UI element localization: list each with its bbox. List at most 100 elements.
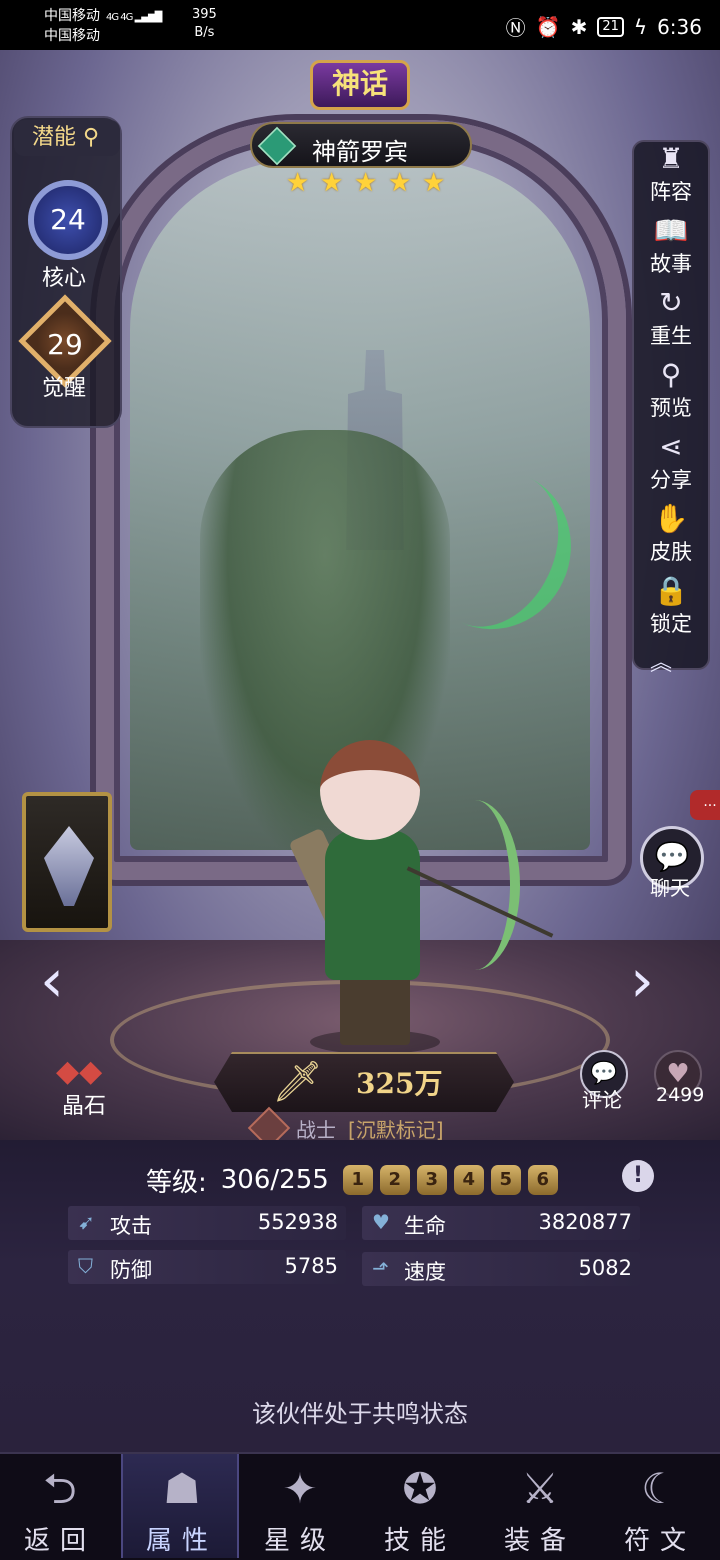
side-menu-label: 皮肤	[650, 540, 692, 564]
hero-name-plate: 神箭罗宾	[250, 122, 472, 168]
lock-icon: 🔒	[653, 574, 689, 607]
side-menu-label: 预览	[650, 396, 692, 420]
awaken-value: 29	[47, 328, 83, 361]
nav-tab-label: 星级	[263, 1526, 336, 1556]
tier-badge[interactable]: 5	[490, 1165, 521, 1195]
stat-value: 5082	[578, 1256, 632, 1280]
side-menu-label: 分享	[650, 468, 692, 492]
tier-badge[interactable]: 6	[527, 1165, 558, 1195]
side-menu-item[interactable]: 🔒 锁定	[636, 574, 706, 638]
nfc-icon: Ⓝ	[505, 16, 526, 40]
star-icon: ★	[320, 168, 344, 198]
side-menu-item[interactable]: ✋ 皮肤	[636, 502, 706, 566]
nav-tab-label: 技能	[383, 1526, 456, 1556]
star-icon: ★	[286, 168, 310, 198]
awaken-label: 觉醒	[42, 376, 87, 401]
nav-tab[interactable]: ✪ 技能	[361, 1454, 479, 1558]
faction-gem-icon	[257, 126, 297, 166]
crystal-gems-icon: ◆◆	[56, 1054, 103, 1089]
shield-icon: ⛉	[78, 1254, 93, 1278]
side-menu-item[interactable]: ↻ 重生	[636, 286, 706, 350]
side-menu-item[interactable]: ⚲ 预览	[636, 358, 706, 422]
carrier-labels: 中国移动 中国移动	[44, 6, 100, 46]
speed-unit: B/s	[194, 25, 215, 40]
side-menu-label: 阵容	[650, 180, 692, 204]
previous-hero-arrow-icon[interactable]: ‹	[40, 946, 64, 1016]
hero-model[interactable]	[250, 740, 554, 1060]
speed-value: 395	[192, 7, 217, 22]
exclusive-weapon-card[interactable]	[22, 792, 112, 932]
share-icon: ⋖	[659, 430, 683, 463]
review-label: 评论	[582, 1088, 622, 1112]
attack-icon: ➹	[78, 1210, 95, 1234]
nav-tab[interactable]: ⚔ 装备	[481, 1454, 599, 1558]
search-icon: ⚲	[83, 125, 100, 150]
bluetooth-icon: ✱	[570, 14, 588, 39]
status-bar: 中国移动 中国移动 4G 4G ▂▄▆█ 395 B/s Ⓝ ⏰ ✱ 21 ϟ …	[0, 0, 720, 50]
stat-label: 生命	[404, 1214, 446, 1238]
chevron-up-icon[interactable]: ︽	[650, 645, 672, 677]
back-icon: ⮌	[43, 1464, 77, 1513]
stat-value: 5785	[284, 1254, 338, 1278]
chat-label: 聊天	[650, 876, 690, 900]
clock: 6:36	[657, 14, 702, 39]
nav-tab-label: 装备	[503, 1526, 576, 1556]
attributes-icon: ☗	[163, 1464, 201, 1513]
trait-link[interactable]: [沉默标记]	[348, 1114, 444, 1143]
rarity-badge: 神话	[310, 60, 410, 110]
info-icon[interactable]: !	[622, 1160, 654, 1192]
nav-tab[interactable]: ⮌ 返回	[1, 1454, 119, 1558]
like-count: 2499	[656, 1084, 705, 1106]
equipment-icon: ⚔	[521, 1464, 559, 1513]
weapon-emblem-icon	[44, 826, 94, 906]
stat-speed: ⬏ 速度 5082	[362, 1252, 640, 1286]
side-menu-item[interactable]: 📖 故事	[636, 214, 706, 278]
side-menu-label: 故事	[650, 252, 692, 276]
charging-icon: ϟ	[633, 14, 648, 39]
skin-icon: ✋	[653, 502, 689, 535]
stat-defense: ⛉ 防御 5785	[68, 1250, 346, 1284]
nav-tab[interactable]: ☾ 符文	[601, 1454, 719, 1558]
tier-badge[interactable]: 2	[379, 1165, 410, 1195]
star-level-icon: ✦	[282, 1464, 318, 1513]
nav-tab-label: 返回	[23, 1526, 96, 1556]
rune-icon: ☾	[641, 1464, 679, 1513]
stat-label: 攻击	[110, 1214, 152, 1238]
potential-button[interactable]: 潜能 ⚲	[14, 120, 120, 156]
side-menu-item[interactable]: ♜ 阵容	[636, 142, 706, 206]
star-icon: ★	[422, 168, 446, 198]
lineup-icon: ♜	[658, 142, 684, 175]
tier-badge[interactable]: 4	[453, 1165, 484, 1195]
boot-icon: ⬏	[372, 1256, 389, 1280]
core-value: 24	[50, 203, 86, 236]
resonance-status: 该伙伴处于共鸣状态	[252, 1400, 468, 1428]
power-value: 325万	[356, 1067, 443, 1100]
side-menu-label: 锁定	[650, 612, 692, 636]
nav-tab-label: 属性	[145, 1526, 218, 1556]
class-name: 战士	[296, 1117, 336, 1142]
stat-label: 速度	[404, 1260, 446, 1284]
level-tiers: 123456	[342, 1165, 558, 1195]
story-book-icon: 📖	[653, 214, 689, 247]
next-hero-arrow-icon[interactable]: ›	[630, 946, 654, 1016]
stat-attack: ➹ 攻击 552938	[68, 1206, 346, 1240]
side-menu-item[interactable]: ⋖ 分享	[636, 430, 706, 494]
level-row: 等级: 306/255 123456	[146, 1160, 558, 1200]
sword-icon: 🗡	[272, 1059, 323, 1105]
star-icon: ★	[388, 168, 412, 198]
chat-notification-badge: ...	[690, 790, 720, 820]
rebirth-icon: ↻	[659, 286, 683, 319]
core-badge[interactable]: 24	[28, 180, 108, 260]
signal-text: 4G 4G	[106, 12, 133, 23]
hero-legs	[340, 975, 410, 1045]
status-icons: Ⓝ ⏰ ✱ 21 ϟ 6:36	[506, 12, 702, 41]
star-icon: ★	[354, 168, 378, 198]
alarm-icon: ⏰	[535, 14, 561, 39]
stat-label: 防御	[110, 1258, 152, 1282]
nav-tab-label: 符文	[623, 1526, 696, 1556]
signal-icon: 4G 4G ▂▄▆█	[106, 12, 162, 23]
tier-badge[interactable]: 1	[342, 1165, 373, 1195]
nav-tab[interactable]: ✦ 星级	[241, 1454, 359, 1558]
nav-tab[interactable]: ☗ 属性	[121, 1454, 239, 1558]
tier-badge[interactable]: 3	[416, 1165, 447, 1195]
